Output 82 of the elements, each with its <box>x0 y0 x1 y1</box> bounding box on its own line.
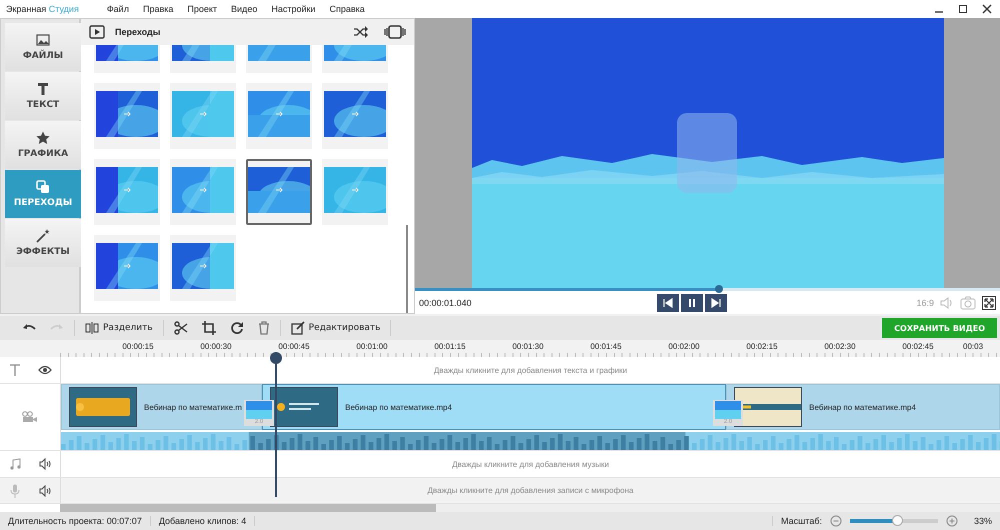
clip-name: Вебинар по математике.mp4 <box>345 402 452 412</box>
trash-icon[interactable] <box>258 321 270 336</box>
menu-item[interactable]: Видео <box>231 4 258 14</box>
slide-view-icon[interactable] <box>384 24 406 39</box>
sidebar-tab[interactable]: ГРАФИКА <box>5 120 81 169</box>
track-hint[interactable]: Дважды кликните для добавления музыки <box>452 460 609 469</box>
transition-thumbnail[interactable] <box>322 82 388 149</box>
project-duration: Длительность проекта: 00:07:07 <box>8 516 151 526</box>
transition-thumbnail[interactable] <box>170 158 236 225</box>
magic-wand-icon <box>36 228 50 243</box>
layers-icon <box>36 180 50 194</box>
ruler-label: 00:00:30 <box>199 341 233 354</box>
text-icon <box>36 82 50 96</box>
pause-button[interactable] <box>681 294 703 312</box>
shuffle-icon[interactable] <box>354 26 368 38</box>
app-title: Экранная Студия <box>6 4 79 14</box>
ruler-label: 00:00:15 <box>121 341 155 354</box>
transition-thumbnail[interactable] <box>246 158 312 225</box>
fullscreen-icon[interactable] <box>982 296 996 310</box>
volume-icon[interactable] <box>39 458 51 470</box>
track-hint[interactable]: Дважды кликните для добавления текста и графики <box>434 366 628 375</box>
eye-icon[interactable] <box>38 365 52 376</box>
close-icon[interactable] <box>982 4 992 14</box>
transition-thumbnail[interactable] <box>170 234 236 301</box>
previous-button[interactable] <box>657 294 679 312</box>
maximize-icon[interactable] <box>958 4 968 14</box>
text-icon <box>8 364 20 376</box>
transition-thumbnail[interactable] <box>170 82 236 149</box>
ruler-label: 00:00:45 <box>277 341 311 354</box>
transition-thumbnail[interactable] <box>94 82 160 149</box>
clip-count: Добавлено клипов: 4 <box>158 516 256 526</box>
panel-title: Переходы <box>115 26 162 37</box>
sidebar-tab[interactable]: ФАЙЛЫ <box>5 22 81 71</box>
transition-thumbnail[interactable] <box>322 158 388 225</box>
menu-item[interactable]: Правка <box>142 4 174 14</box>
menu-item[interactable]: Файл <box>106 4 129 14</box>
music-icon <box>9 458 21 470</box>
next-button[interactable] <box>705 294 727 312</box>
time-display: 00:00:01.040 <box>419 298 473 308</box>
video-camera-icon <box>22 411 38 424</box>
time-ruler[interactable]: 00:00:15 00:00:30 00:00:45 00:01:00 00:01:15 00:01:30 00:01:45 00:02:00 00:02:15 00:02:30 00:02:45 00:03 <box>0 340 1000 358</box>
transition-thumbnail[interactable] <box>246 82 312 149</box>
zoom-slider-handle[interactable] <box>892 515 904 526</box>
split-button[interactable]: Разделить <box>85 322 153 334</box>
skip-forward-icon <box>711 298 721 308</box>
ruler-label: 00:01:00 <box>355 341 389 354</box>
ruler-label: 00:03 <box>962 341 984 354</box>
clip-name: Вебинар по математике.m <box>144 402 242 412</box>
menu-item[interactable]: Настройки <box>271 4 316 14</box>
rotate-icon[interactable] <box>230 321 244 336</box>
zoom-value: 33% <box>974 516 993 526</box>
ruler-label: 00:02:15 <box>745 341 779 354</box>
clip-name: Вебинар по математике.mp4 <box>809 402 916 412</box>
microphone-icon <box>10 484 20 498</box>
film-icon <box>89 24 105 39</box>
ruler-label: 00:02:45 <box>901 341 935 354</box>
image-icon <box>36 32 50 47</box>
pause-icon <box>687 298 697 308</box>
sidebar-tab[interactable]: ТЕКСТ <box>5 72 81 120</box>
video-clip[interactable]: Вебинар по математике.mp4 <box>262 384 726 430</box>
menu-item[interactable]: Проект <box>187 4 218 14</box>
zoom-out-icon[interactable] <box>830 515 842 528</box>
scissors-icon[interactable] <box>174 321 188 336</box>
crop-icon[interactable] <box>202 321 216 336</box>
split-icon <box>85 322 99 334</box>
scrollbar-thumb[interactable] <box>60 504 436 512</box>
menu-item[interactable]: Справка <box>329 4 365 14</box>
star-icon <box>36 130 50 145</box>
ruler-label: 00:02:00 <box>667 341 701 354</box>
zoom-in-icon[interactable] <box>946 515 958 528</box>
edit-button[interactable]: Редактировать <box>290 321 380 336</box>
transition-thumbnail[interactable] <box>94 158 160 225</box>
edit-icon <box>290 321 305 336</box>
skip-back-icon <box>663 298 673 308</box>
ruler-label: 00:01:45 <box>589 341 623 354</box>
transition-thumbnail[interactable] <box>94 234 160 301</box>
ruler-label: 00:02:30 <box>823 341 857 354</box>
volume-icon[interactable] <box>38 484 50 497</box>
sidebar-tab[interactable]: ЭФФЕКТЫ <box>5 218 81 267</box>
ruler-label: 00:01:15 <box>433 341 467 354</box>
ruler-label: 00:01:30 <box>511 341 545 354</box>
zoom-label: Масштаб: <box>772 516 822 526</box>
